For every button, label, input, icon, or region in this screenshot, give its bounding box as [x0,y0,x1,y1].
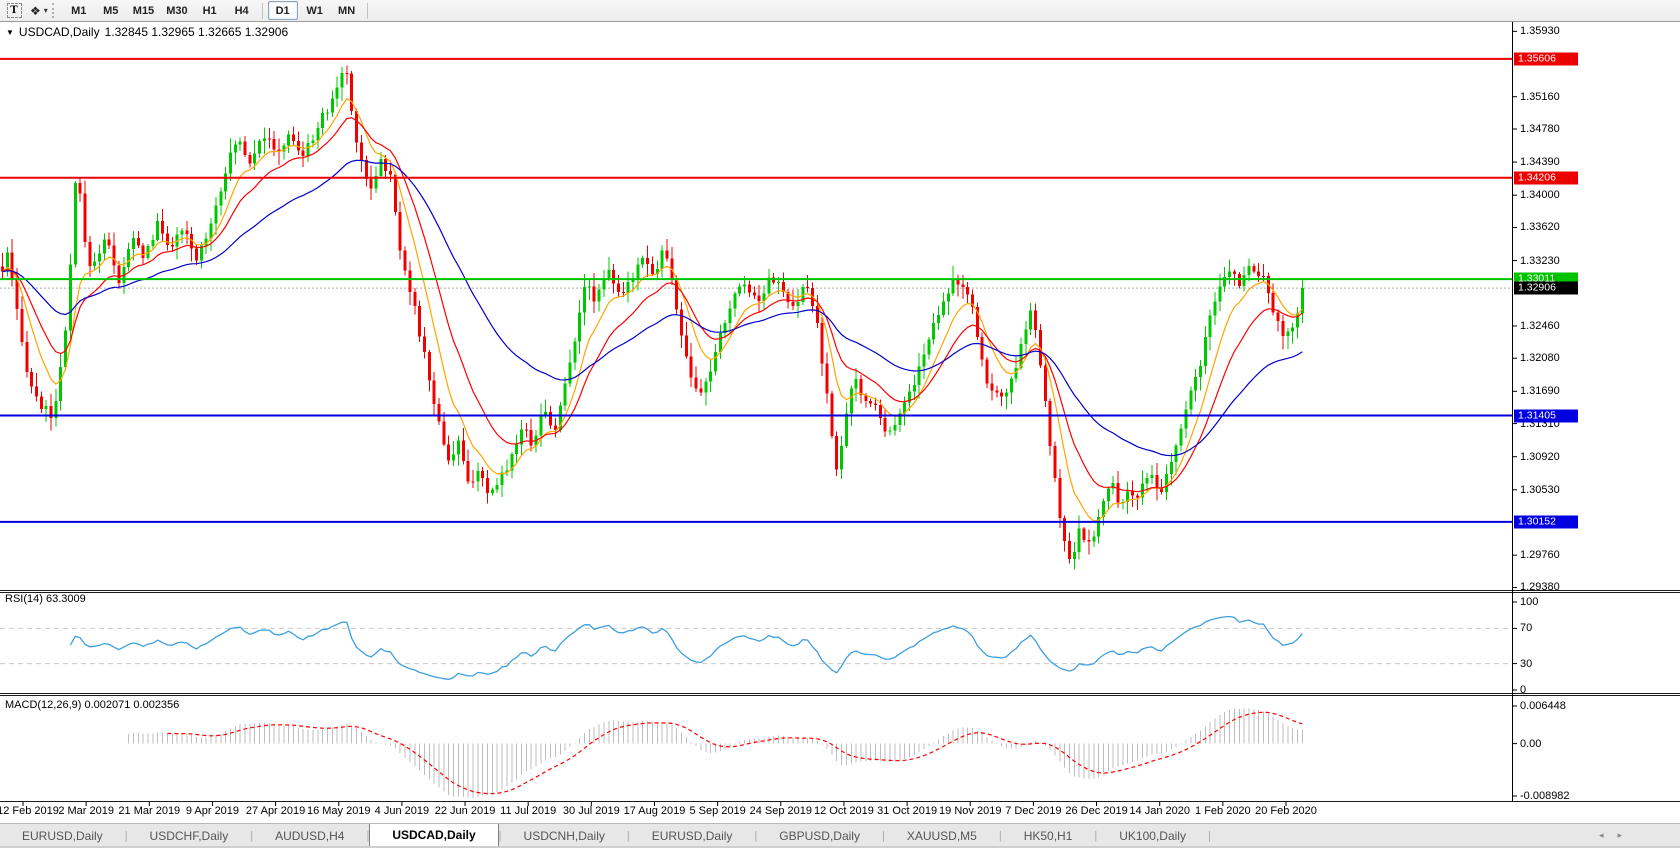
macd-indicator-label: MACD(12,26,9) 0.002071 0.002356 [5,699,180,711]
top-toolbar: T ❖ ▾ M1 M5 M15 M30 H1 H4 D1 W1 MN [0,0,1680,22]
price-tick-label: 1.30530 [1520,483,1560,496]
date-label: 16 May 2019 [306,805,371,817]
macd-axis-label: 0.006448 [1520,700,1566,712]
price-tick-label: 1.32460 [1520,319,1560,332]
date-label: 14 Jan 2020 [1129,805,1190,817]
rsi-axis-label: 70 [1520,622,1533,635]
date-label: 12 Feb 2019 [0,805,59,817]
rsi-axis-label: 30 [1520,657,1533,670]
macd-axis-label: -0.008982 [1520,790,1570,802]
toolbar-grip [51,3,59,18]
chart-header: ▼ USDCAD,Daily 1.32845 1.32965 1.32665 1… [6,25,288,39]
date-label: 1 Feb 2020 [1195,805,1251,817]
date-label: 4 Jun 2019 [374,805,430,817]
level-price-label: 1.34206 [1514,171,1578,185]
chart-tab-audusd-h4[interactable]: AUDUSD,H4 [253,824,366,847]
timeframe-button-m15[interactable]: M15 [128,1,159,20]
level-price-label: 1.35606 [1514,52,1578,66]
toolbar-separator [366,2,368,19]
chart-canvas[interactable] [0,0,1680,848]
tab-scroll-left-button[interactable]: ◂ [1599,830,1604,841]
date-label: 9 Apr 2019 [185,805,240,817]
rsi-axis-label: 0 [1520,684,1527,696]
price-tick-label: 1.33620 [1520,221,1560,234]
date-label: 22 Jun 2019 [434,805,496,817]
timeframe-button-h4[interactable]: H4 [227,1,257,20]
macd-axis-label: 0.00 [1520,737,1542,750]
rsi-axis-label: 100 [1520,596,1539,608]
price-tick-label: 1.34390 [1520,156,1560,169]
level-price-label: 1.30152 [1514,515,1578,529]
timeframe-button-h1[interactable]: H1 [195,1,225,20]
date-label: 7 Dec 2019 [1005,805,1062,817]
price-tick-label: 1.35930 [1520,25,1560,38]
price-tick-label: 1.31690 [1520,385,1560,398]
tab-scroll-controls: ◂ ▸ [1599,824,1622,847]
timeframe-button-m5[interactable]: M5 [96,1,126,20]
timeframe-button-d1[interactable]: D1 [267,1,298,20]
timeframe-button-m30[interactable]: M30 [161,1,192,20]
chart-symbol-title: USDCAD,Daily [18,25,100,39]
date-label: 21 Mar 2019 [118,805,181,817]
date-label: 20 Feb 2020 [1255,805,1317,817]
date-label: 12 Oct 2019 [813,805,874,817]
date-label: 27 Apr 2019 [245,805,306,817]
chart-tab-usdchf-daily[interactable]: USDCHF,Daily [128,824,251,847]
date-label: 19 Nov 2019 [939,805,1002,817]
rsi-indicator-label: RSI(14) 63.3009 [5,593,86,605]
timeframe-button-group: M1 M5 M15 M30 H1 H4 D1 W1 MN [63,1,372,20]
timeframe-button-m1[interactable]: M1 [64,1,94,20]
date-label: 24 Sep 2019 [749,805,812,817]
text-tool-icon: T [6,3,22,18]
price-tick-label: 1.32080 [1520,352,1560,365]
symbol-dropdown-icon[interactable]: ▼ [6,28,14,37]
date-label: 30 Jul 2019 [562,805,620,817]
chart-tab-eurusd-daily[interactable]: EURUSD,Daily [630,824,755,847]
timeframe-button-w1[interactable]: W1 [300,1,330,20]
date-label: 2 Mar 2019 [58,805,114,817]
price-tick-label: 1.33230 [1520,254,1560,267]
price-tick-label: 1.35160 [1520,90,1560,103]
price-tick-label: 1.34780 [1520,122,1560,135]
price-tick-label: 1.29380 [1520,581,1560,594]
date-label: 11 Jul 2019 [500,805,557,817]
chart-tab-eurusd-daily[interactable]: EURUSD,Daily [0,824,125,847]
text-tool-button[interactable]: T [4,2,24,19]
date-label: 31 Oct 2019 [877,805,938,817]
level-price-label: 1.31405 [1514,409,1578,423]
chart-ohlc-values: 1.32845 1.32965 1.32665 1.32906 [104,25,289,39]
price-tick-label: 1.29760 [1520,549,1560,562]
date-label: 26 Dec 2019 [1065,805,1128,817]
current-price-label: 1.32906 [1514,281,1578,295]
chart-tab-usdcad-daily[interactable]: USDCAD,Daily [369,824,499,847]
tab-scroll-right-button[interactable]: ▸ [1617,830,1622,841]
chart-tab-usdcnh-daily[interactable]: USDCNH,Daily [502,824,627,847]
dropdown-caret-icon: ▾ [43,6,48,15]
chart-tab-hk50-h1[interactable]: HK50,H1 [1002,824,1095,847]
chart-tab-uk100-daily[interactable]: UK100,Daily [1097,824,1208,847]
chart-tab-gbpusd-daily[interactable]: GBPUSD,Daily [757,824,882,847]
objects-tool-dropdown[interactable]: ❖ ▾ [30,2,48,19]
timeframe-button-mn[interactable]: MN [332,1,362,20]
tab-separator: | [1207,829,1211,842]
chart-background [0,21,1680,846]
date-label: 17 Aug 2019 [623,805,686,817]
chart-tab-bar: EURUSD,Daily | USDCHF,Daily | AUDUSD,H4 | USDC… [0,823,1680,847]
date-label: 5 Sep 2019 [689,805,746,817]
price-tick-label: 1.30920 [1520,450,1560,463]
price-tick-label: 1.34000 [1520,189,1560,202]
toolbar-separator [261,2,263,19]
chart-tab-xauusd-m5[interactable]: XAUUSD,M5 [885,824,999,847]
objects-tool-icon: ❖ [30,3,41,18]
